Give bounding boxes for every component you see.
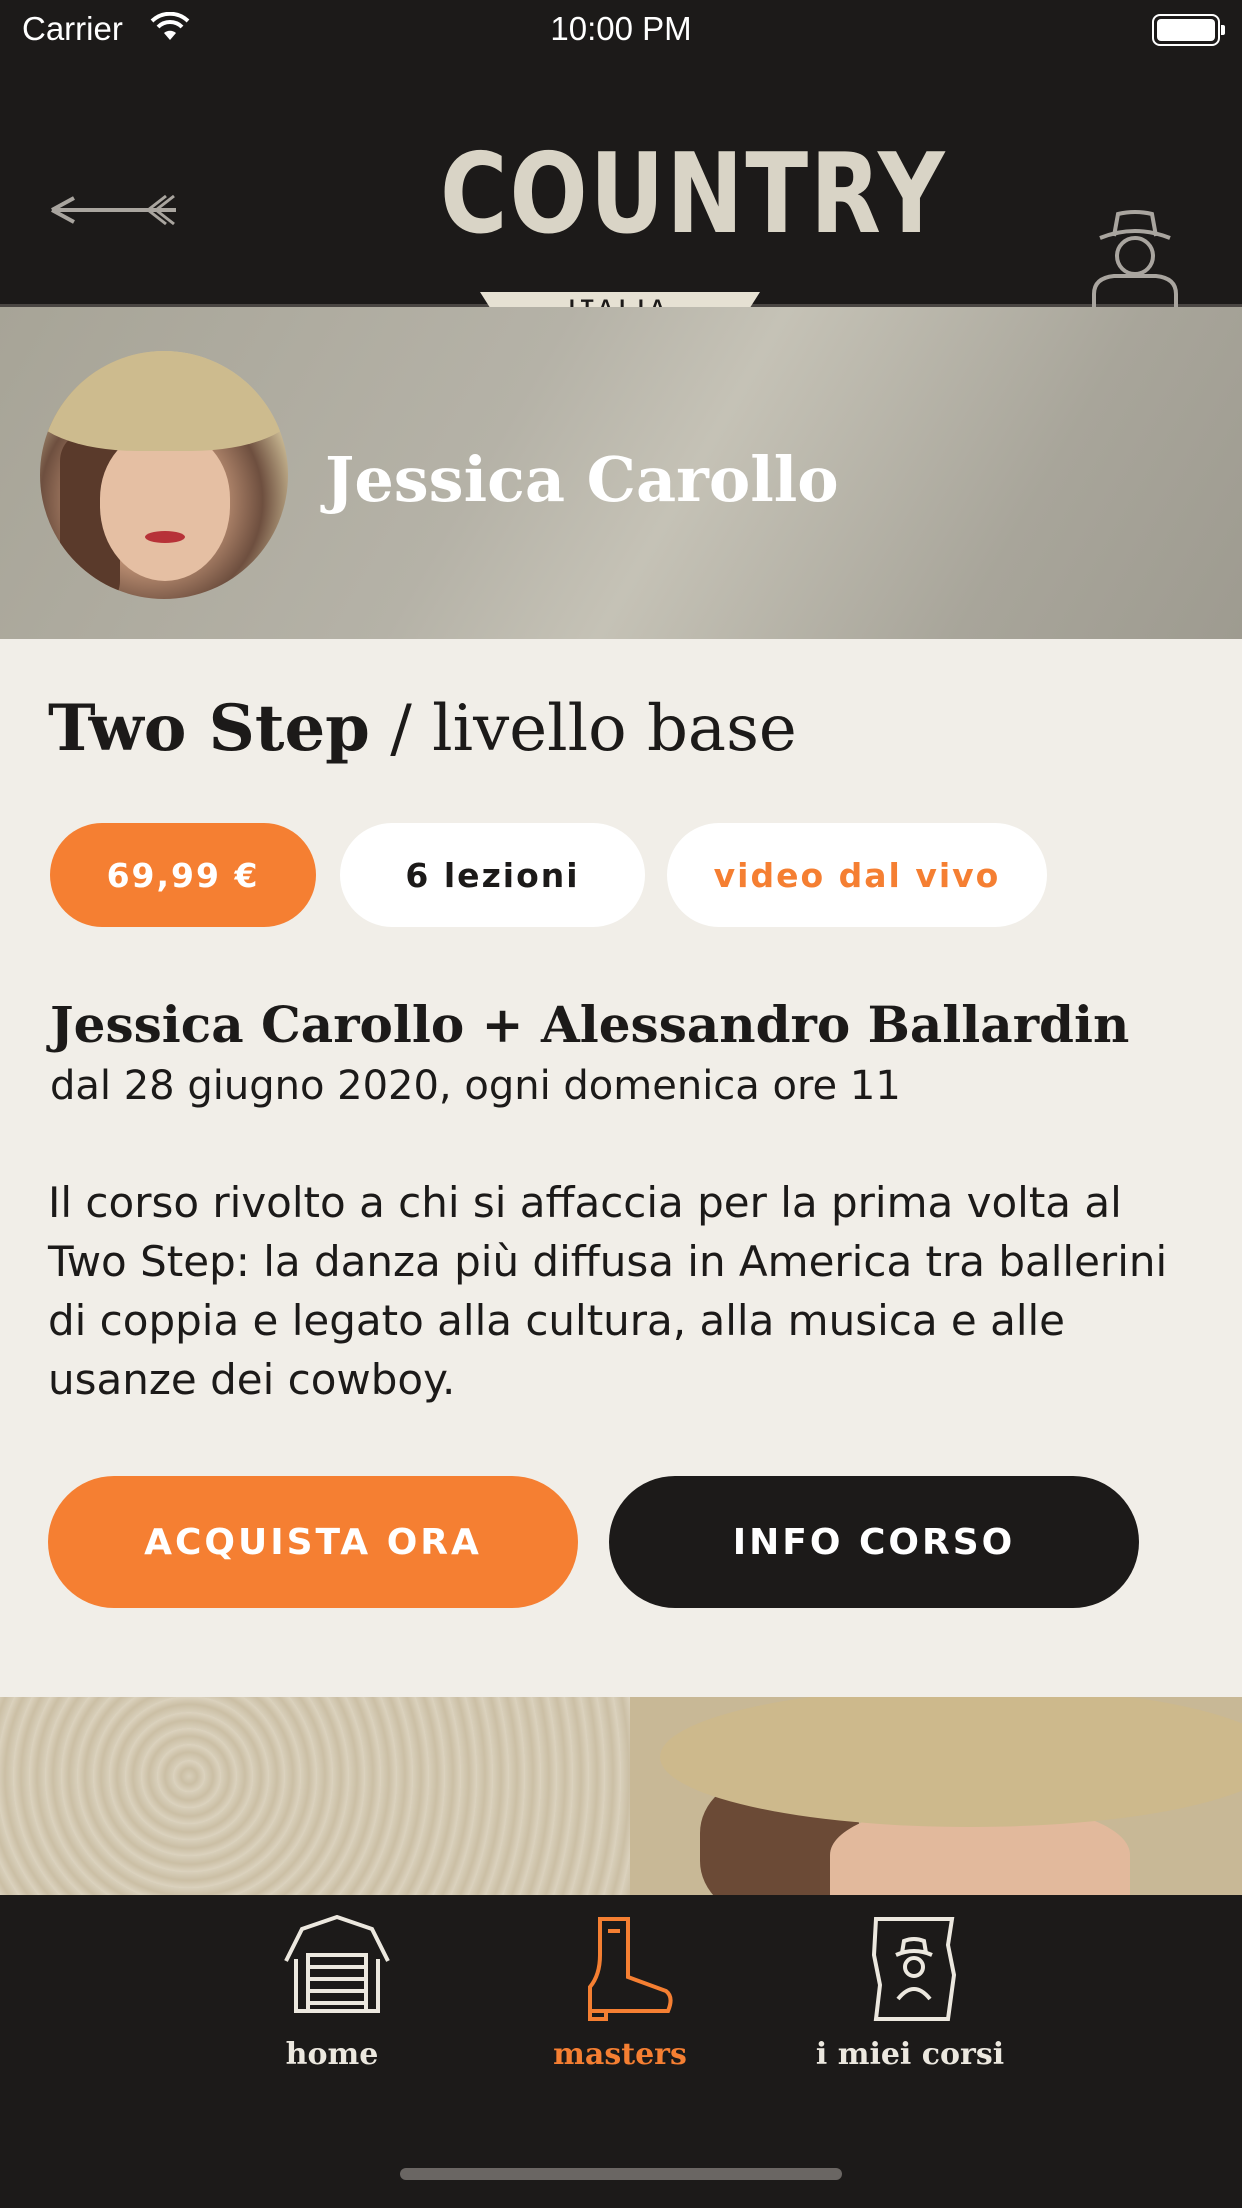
course-title: Two Step / livello base <box>48 691 797 766</box>
tab-masters-label: masters <box>553 2037 687 2072</box>
tab-bar: home masters i miei corsi <box>0 1895 1242 2208</box>
format-badge: video dal vivo <box>667 823 1047 927</box>
home-indicator[interactable] <box>400 2168 842 2180</box>
battery-icon <box>1152 14 1225 46</box>
tab-i-miei-corsi[interactable]: i miei corsi <box>790 1915 1030 2085</box>
status-bar: Carrier 10:00 PM <box>0 0 1242 60</box>
lessons-badge: 6 lezioni <box>340 823 645 927</box>
arrow-left-icon[interactable] <box>48 190 183 230</box>
tab-home-label: home <box>285 2037 379 2072</box>
course-schedule: dal 28 giugno 2020, ogni domenica ore 11 <box>50 1063 901 1109</box>
buy-now-button[interactable]: ACQUISTA ORA <box>48 1476 578 1608</box>
cowboy-user-icon[interactable] <box>1090 208 1180 314</box>
app-header: COUNTRY ITALIA <box>0 60 1242 336</box>
tab-i-miei-corsi-label: i miei corsi <box>815 2037 1005 2072</box>
course-card: Two Step / livello base 69,99 € 6 lezion… <box>0 639 1242 1697</box>
course-description: Il corso rivolto a chi si affaccia per l… <box>48 1178 1168 1404</box>
wanted-poster-icon <box>871 1917 957 2021</box>
instructor-photo <box>0 1697 1242 1895</box>
tab-home[interactable]: home <box>212 1915 452 2085</box>
instructor-banner: Jessica Carollo <box>0 307 1242 639</box>
cowboy-boot-icon <box>588 1917 673 2021</box>
tab-masters[interactable]: masters <box>500 1915 740 2085</box>
country-italia-logo: COUNTRY ITALIA <box>440 130 947 336</box>
instructor-name: Jessica Carollo <box>325 443 839 516</box>
price-badge: 69,99 € <box>50 823 316 927</box>
logo-word: COUNTRY <box>440 130 947 259</box>
barn-icon <box>284 1915 390 2013</box>
course-title-main: Two Step <box>48 691 370 766</box>
status-time: 10:00 PM <box>550 10 692 47</box>
course-title-level: / livello base <box>369 692 797 766</box>
course-info-button[interactable]: INFO CORSO <box>609 1476 1139 1608</box>
avatar <box>40 351 288 599</box>
course-teachers: Jessica Carollo + Alessandro Ballardin <box>50 995 1130 1054</box>
